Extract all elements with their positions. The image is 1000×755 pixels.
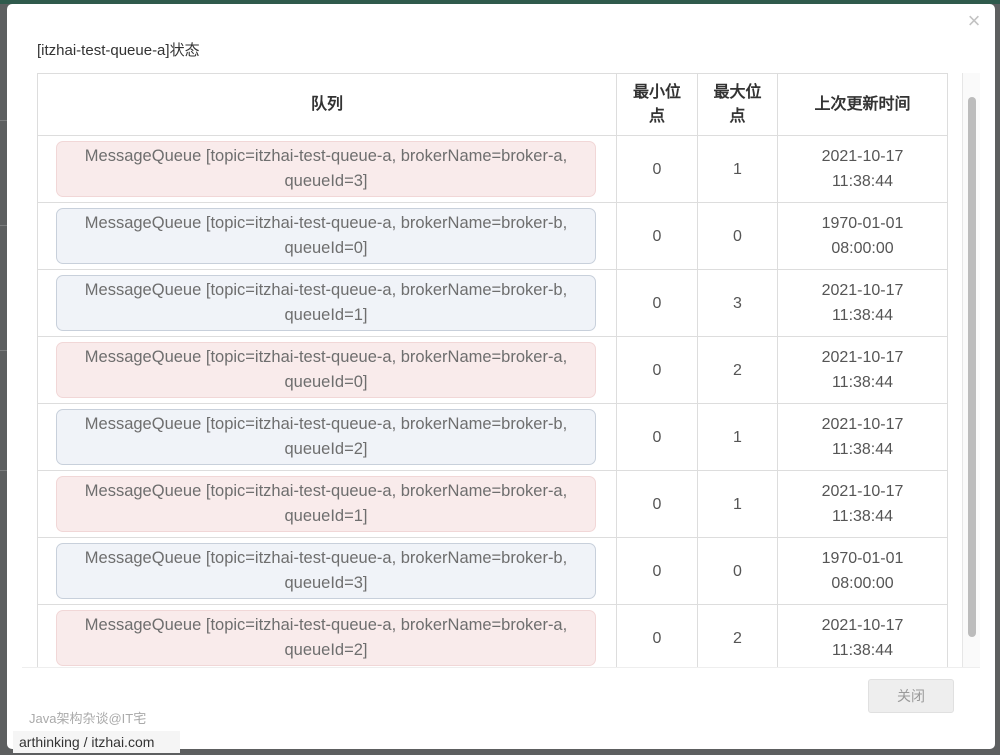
last-update-cell: 2021-10-17 11:38:44 — [777, 135, 948, 203]
queue-text-line1: MessageQueue [topic=itzhai-test-queue-a,… — [84, 147, 568, 165]
message-queue-label: MessageQueue [topic=itzhai-test-queue-a,… — [56, 275, 596, 331]
last-update-time: 11:38:44 — [831, 642, 894, 659]
queue-cell: MessageQueue [topic=itzhai-test-queue-a,… — [37, 202, 617, 270]
min-offset-cell: 0 — [616, 336, 698, 404]
scrollbar-thumb[interactable] — [968, 97, 976, 637]
queue-text-line1: MessageQueue [topic=itzhai-test-queue-a,… — [84, 214, 568, 232]
watermark-text: Java架构杂谈@IT宅 — [29, 711, 147, 726]
header-min-offset: 最小位点 — [616, 73, 698, 136]
table-row: MessageQueue [topic=itzhai-test-queue-a,… — [37, 604, 948, 667]
message-queue-label: MessageQueue [topic=itzhai-test-queue-a,… — [56, 476, 596, 532]
header-queue: 队列 — [37, 73, 617, 136]
queue-text-line2: queueId=2] — [284, 641, 368, 659]
max-offset-cell: 0 — [697, 202, 778, 270]
max-offset-cell: 2 — [697, 604, 778, 667]
min-offset-cell: 0 — [616, 470, 698, 538]
last-update-cell: 2021-10-17 11:38:44 — [777, 403, 948, 471]
message-queue-label: MessageQueue [topic=itzhai-test-queue-a,… — [56, 610, 596, 666]
table-row: MessageQueue [topic=itzhai-test-queue-a,… — [37, 269, 948, 337]
last-update-date: 2021-10-17 — [821, 483, 904, 500]
queue-text-line1: MessageQueue [topic=itzhai-test-queue-a,… — [84, 281, 568, 299]
close-button[interactable]: 关闭 — [868, 679, 954, 713]
queue-text-line1: MessageQueue [topic=itzhai-test-queue-a,… — [84, 415, 568, 433]
last-update-cell: 1970-01-01 08:00:00 — [777, 202, 948, 270]
last-update-date: 2021-10-17 — [821, 416, 904, 433]
queue-text-line2: queueId=1] — [284, 507, 368, 525]
last-update-time: 11:38:44 — [831, 508, 894, 525]
queue-status-dialog: [itzhai-test-queue-a]状态 × 队列 最小位点 最大位点 上… — [7, 4, 995, 749]
last-update-cell: 1970-01-01 08:00:00 — [777, 537, 948, 605]
queue-table: 队列 最小位点 最大位点 上次更新时间 MessageQueue [topic=… — [37, 73, 948, 667]
message-queue-label: MessageQueue [topic=itzhai-test-queue-a,… — [56, 543, 596, 599]
queue-text-line2: queueId=3] — [284, 172, 368, 190]
close-icon[interactable]: × — [963, 10, 985, 32]
watermark-site: arthinking / itzhai.com — [13, 731, 180, 753]
max-offset-cell: 3 — [697, 269, 778, 337]
table-header-row: 队列 最小位点 最大位点 上次更新时间 — [37, 73, 948, 136]
queue-text-line2: queueId=1] — [284, 306, 368, 324]
last-update-date: 1970-01-01 — [821, 550, 904, 567]
queue-text-line2: queueId=0] — [284, 239, 368, 257]
queue-cell: MessageQueue [topic=itzhai-test-queue-a,… — [37, 537, 617, 605]
queue-cell: MessageQueue [topic=itzhai-test-queue-a,… — [37, 470, 617, 538]
last-update-date: 2021-10-17 — [821, 282, 904, 299]
max-offset-cell: 1 — [697, 135, 778, 203]
max-offset-cell: 2 — [697, 336, 778, 404]
min-offset-cell: 0 — [616, 135, 698, 203]
message-queue-label: MessageQueue [topic=itzhai-test-queue-a,… — [56, 342, 596, 398]
table-row: MessageQueue [topic=itzhai-test-queue-a,… — [37, 470, 948, 538]
dialog-body: 队列 最小位点 最大位点 上次更新时间 MessageQueue [topic=… — [22, 72, 980, 668]
last-update-date: 1970-01-01 — [821, 215, 904, 232]
last-update-time: 11:38:44 — [831, 307, 894, 324]
max-offset-cell: 1 — [697, 403, 778, 471]
queue-text-line1: MessageQueue [topic=itzhai-test-queue-a,… — [84, 549, 568, 567]
table-row: MessageQueue [topic=itzhai-test-queue-a,… — [37, 403, 948, 471]
min-offset-cell: 0 — [616, 202, 698, 270]
message-queue-label: MessageQueue [topic=itzhai-test-queue-a,… — [56, 141, 596, 197]
last-update-time: 11:38:44 — [831, 441, 894, 458]
queue-cell: MessageQueue [topic=itzhai-test-queue-a,… — [37, 336, 617, 404]
queue-text-line1: MessageQueue [topic=itzhai-test-queue-a,… — [84, 482, 568, 500]
last-update-date: 2021-10-17 — [821, 148, 904, 165]
min-offset-cell: 0 — [616, 604, 698, 667]
table-row: MessageQueue [topic=itzhai-test-queue-a,… — [37, 537, 948, 605]
table-row: MessageQueue [topic=itzhai-test-queue-a,… — [37, 135, 948, 203]
queue-text-line2: queueId=0] — [284, 373, 368, 391]
last-update-cell: 2021-10-17 11:38:44 — [777, 269, 948, 337]
queue-cell: MessageQueue [topic=itzhai-test-queue-a,… — [37, 135, 617, 203]
table-row: MessageQueue [topic=itzhai-test-queue-a,… — [37, 202, 948, 270]
header-last-update: 上次更新时间 — [777, 73, 948, 136]
queue-text-line2: queueId=3] — [284, 574, 368, 592]
last-update-cell: 2021-10-17 11:38:44 — [777, 336, 948, 404]
max-offset-cell: 0 — [697, 537, 778, 605]
last-update-cell: 2021-10-17 11:38:44 — [777, 604, 948, 667]
message-queue-label: MessageQueue [topic=itzhai-test-queue-a,… — [56, 409, 596, 465]
last-update-cell: 2021-10-17 11:38:44 — [777, 470, 948, 538]
scrollbar-track[interactable] — [962, 73, 980, 667]
last-update-time: 08:00:00 — [831, 240, 894, 257]
queue-text-line1: MessageQueue [topic=itzhai-test-queue-a,… — [84, 616, 568, 634]
last-update-date: 2021-10-17 — [821, 617, 904, 634]
table-row: MessageQueue [topic=itzhai-test-queue-a,… — [37, 336, 948, 404]
queue-cell: MessageQueue [topic=itzhai-test-queue-a,… — [37, 604, 617, 667]
message-queue-label: MessageQueue [topic=itzhai-test-queue-a,… — [56, 208, 596, 264]
queue-cell: MessageQueue [topic=itzhai-test-queue-a,… — [37, 403, 617, 471]
last-update-date: 2021-10-17 — [821, 349, 904, 366]
dialog-title: [itzhai-test-queue-a]状态 — [37, 42, 200, 59]
min-offset-cell: 0 — [616, 537, 698, 605]
header-max-offset: 最大位点 — [697, 73, 778, 136]
min-offset-cell: 0 — [616, 269, 698, 337]
last-update-time: 11:38:44 — [831, 374, 894, 391]
last-update-time: 11:38:44 — [831, 173, 894, 190]
max-offset-cell: 1 — [697, 470, 778, 538]
queue-cell: MessageQueue [topic=itzhai-test-queue-a,… — [37, 269, 617, 337]
last-update-time: 08:00:00 — [831, 575, 894, 592]
queue-text-line1: MessageQueue [topic=itzhai-test-queue-a,… — [84, 348, 568, 366]
queue-text-line2: queueId=2] — [284, 440, 368, 458]
min-offset-cell: 0 — [616, 403, 698, 471]
